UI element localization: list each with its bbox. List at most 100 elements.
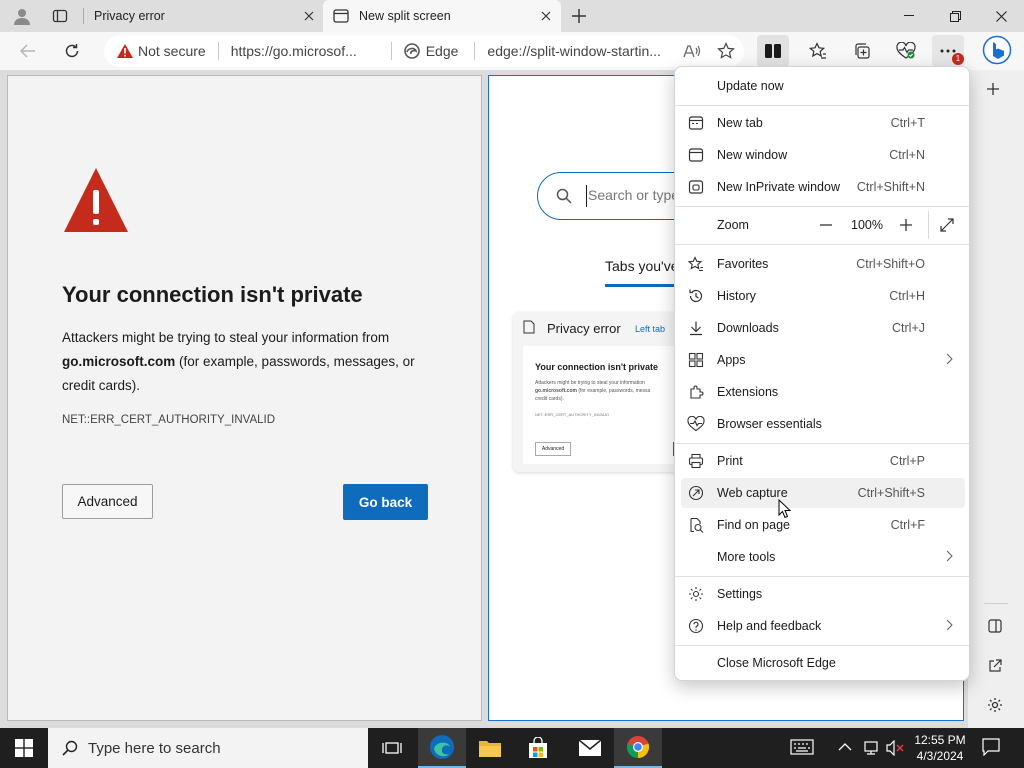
menu-history[interactable]: History Ctrl+H: [681, 281, 965, 311]
thumb-line: Attackers might be trying to steal your …: [535, 380, 645, 386]
menu-favorites[interactable]: Favorites Ctrl+Shift+O: [681, 249, 965, 279]
menu-new-tab[interactable]: New tab Ctrl+T: [681, 108, 965, 138]
notifications-icon[interactable]: [982, 738, 1000, 756]
time: 12:55 PM: [914, 733, 966, 747]
menu-help-and-feedback[interactable]: Help and feedback: [681, 611, 965, 641]
taskbar-search-box[interactable]: Type here to search: [48, 728, 368, 768]
download-icon: [687, 319, 705, 337]
task-view-icon[interactable]: [368, 728, 416, 768]
zoom-out-icon[interactable]: [819, 218, 833, 232]
menu-label: Update now: [717, 79, 784, 93]
menu-shortcut: Ctrl+Shift+N: [856, 180, 925, 194]
collections-icon[interactable]: [846, 35, 878, 67]
fullscreen-icon[interactable]: [939, 217, 955, 233]
thumb-code: NET::ERR_CERT_AUTHORITY_INVALID: [535, 412, 610, 417]
domain-name: go.microsoft.com: [62, 354, 176, 369]
menu-browser-essentials[interactable]: Browser essentials: [681, 409, 965, 439]
network-icon[interactable]: [862, 740, 880, 756]
zoom-in-icon[interactable]: [899, 218, 913, 232]
go-back-button[interactable]: Go back: [343, 484, 428, 520]
menu-label: Extensions: [717, 385, 779, 399]
tabs-heading: Tabs you've: [605, 258, 679, 274]
menu-label: Print: [717, 454, 743, 468]
close-tab-icon[interactable]: [535, 5, 557, 27]
profile-icon[interactable]: [8, 4, 36, 28]
file-explorer-icon[interactable]: [466, 728, 514, 768]
menu-label: Close Microsoft Edge: [717, 656, 836, 670]
address-bar[interactable]: Not secure https://go.microsof... Edge e…: [104, 35, 744, 67]
split-view-icon[interactable]: [988, 619, 1002, 633]
printer-icon: [687, 452, 705, 470]
menu-label: Zoom: [717, 218, 749, 232]
split-screen-icon[interactable]: [757, 35, 789, 67]
menu-label: Settings: [717, 587, 763, 601]
menu-extensions[interactable]: Extensions: [681, 377, 965, 407]
new-tab-plus-icon[interactable]: [566, 4, 592, 28]
menu-update-now[interactable]: Update now: [681, 71, 965, 101]
menu-label: Web capture: [717, 486, 788, 500]
left-tab-badge: Left tab: [635, 324, 666, 334]
menu-more-tools[interactable]: More tools: [681, 542, 965, 572]
left-pane-url[interactable]: https://go.microsof...: [231, 43, 379, 59]
chevron-up-icon[interactable]: [838, 742, 852, 752]
web-capture-icon: [687, 484, 705, 502]
favorite-star-icon[interactable]: [717, 42, 739, 60]
close-tab-icon[interactable]: [298, 5, 320, 27]
tab-privacy-error[interactable]: Privacy error: [84, 0, 320, 32]
menu-print[interactable]: Print Ctrl+P: [681, 446, 965, 476]
taskbar: Type here to search 12:55 PM 4/3/2024: [0, 728, 1024, 768]
menu-label: New window: [717, 148, 788, 162]
not-secure-label[interactable]: Not secure: [138, 43, 206, 59]
menu-new-window[interactable]: New window Ctrl+N: [681, 140, 965, 170]
right-pane-url[interactable]: edge://split-window-startin...: [487, 43, 677, 59]
thumb-advanced-button: Advanced: [535, 442, 571, 456]
menu-web-capture[interactable]: Web capture Ctrl+Shift+S: [681, 478, 965, 508]
menu-settings[interactable]: Settings: [681, 579, 965, 609]
menu-label: New tab: [717, 116, 763, 130]
menu-new-inprivate-window[interactable]: New InPrivate window Ctrl+Shift+N: [681, 172, 965, 202]
browser-essentials-icon[interactable]: [890, 35, 922, 67]
chrome-icon[interactable]: [614, 728, 662, 768]
menu-label: New InPrivate window: [717, 180, 840, 194]
minimize-icon[interactable]: [886, 0, 932, 32]
keyboard-icon[interactable]: [790, 738, 814, 756]
thumb-domain: go.microsoft.com: [535, 388, 577, 394]
refresh-icon[interactable]: [56, 35, 88, 67]
windows-start-icon[interactable]: [0, 728, 48, 768]
taskbar-search-input[interactable]: Type here to search: [88, 740, 221, 757]
menu-shortcut: Ctrl+N: [889, 148, 925, 162]
apps-icon: [687, 351, 705, 369]
settings-more-icon[interactable]: 1: [932, 35, 964, 67]
restore-icon[interactable]: [932, 0, 978, 32]
menu-apps[interactable]: Apps: [681, 345, 965, 375]
close-window-icon[interactable]: [978, 0, 1024, 32]
menu-downloads[interactable]: Downloads Ctrl+J: [681, 313, 965, 343]
thumb-line: go.microsoft.com (for example, passwords…: [535, 388, 650, 394]
read-aloud-icon[interactable]: [683, 44, 707, 58]
menu-shortcut: Ctrl+J: [892, 321, 925, 335]
advanced-button[interactable]: Advanced: [62, 484, 153, 519]
clock[interactable]: 12:55 PM 4/3/2024: [900, 732, 980, 764]
page-icon: [523, 320, 535, 334]
menu-label: History: [717, 289, 756, 303]
menu-label: Apps: [717, 353, 746, 367]
edge-logo-icon: [403, 43, 426, 59]
edge-taskbar-icon[interactable]: [418, 728, 466, 768]
copilot-bing-icon[interactable]: [980, 33, 1014, 67]
add-sidebar-plus-icon[interactable]: [986, 82, 1000, 96]
chevron-right-icon: [945, 550, 953, 562]
open-external-icon[interactable]: [988, 659, 1002, 673]
menu-find-on-page[interactable]: Find on page Ctrl+F: [681, 510, 965, 540]
favorites-icon[interactable]: [802, 35, 834, 67]
back-arrow-icon[interactable]: [12, 35, 44, 67]
thumb-line: credit cards).: [535, 396, 564, 402]
notification-badge: 1: [952, 53, 964, 65]
mail-icon[interactable]: [566, 728, 614, 768]
tab-actions-icon[interactable]: [46, 4, 74, 28]
menu-close-edge[interactable]: Close Microsoft Edge: [681, 648, 965, 678]
search-input[interactable]: Search or type: [588, 187, 679, 203]
find-icon: [687, 516, 705, 534]
gear-icon[interactable]: [987, 697, 1003, 713]
tab-new-split-screen[interactable]: New split screen: [323, 0, 561, 32]
microsoft-store-icon[interactable]: [514, 728, 562, 768]
